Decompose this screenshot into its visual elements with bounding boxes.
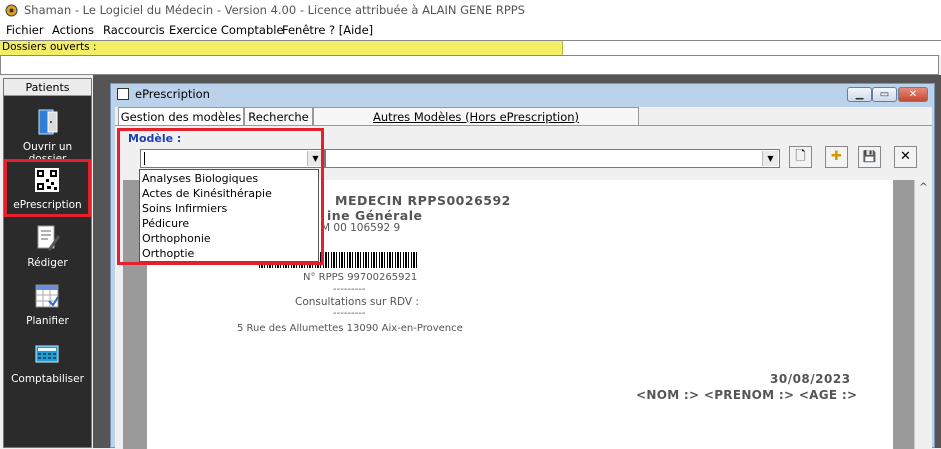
menu-aide[interactable]: ? [Aide] xyxy=(329,23,373,37)
doctor-address: 5 Rue des Allumettes 13090 Aix-en-Proven… xyxy=(237,323,463,334)
close-button[interactable]: ✕ xyxy=(898,87,928,102)
calendar-icon xyxy=(35,284,59,308)
window-title: ePrescription xyxy=(135,87,210,101)
patient-placeholder: <NOM :> <PRENOM :> <AGE :> xyxy=(636,388,858,402)
sidebar-item-label: ePrescription xyxy=(13,199,82,211)
open-files-area xyxy=(0,55,939,75)
minimize-button[interactable]: ▁ xyxy=(847,87,872,102)
sidebar-item-planifier[interactable]: Planifier xyxy=(4,275,91,333)
template-select[interactable]: ▼ xyxy=(325,149,780,168)
qr-code-icon xyxy=(35,168,59,192)
app-logo-icon xyxy=(5,4,18,17)
save-button[interactable]: 💾 xyxy=(858,146,881,168)
calculator-icon xyxy=(35,345,59,363)
open-files-label: Dossiers ouverts : xyxy=(2,41,97,53)
add-button[interactable]: ✚ xyxy=(825,146,848,168)
window-icon xyxy=(117,88,129,100)
open-files-bar: Dossiers ouverts : xyxy=(0,40,941,55)
tab-divider xyxy=(115,125,932,126)
chevron-down-icon[interactable]: ▼ xyxy=(762,151,778,166)
tab-recherche[interactable]: Recherche xyxy=(244,107,313,125)
consultation-text: Consultations sur RDV : xyxy=(295,296,419,308)
delete-button[interactable]: ✕ xyxy=(894,146,917,168)
tab-autres-label: Autres Modèles (Hors ePrescription) xyxy=(372,110,580,124)
menu-bar: Fichier Actions Raccourcis Exercice Comp… xyxy=(0,22,941,40)
menu-actions[interactable]: Actions xyxy=(52,23,94,37)
separator: --------- xyxy=(333,284,366,295)
scroll-up-icon[interactable]: ^ xyxy=(915,182,932,193)
sidebar-item-comptabiliser[interactable]: Comptabiliser xyxy=(4,333,91,391)
prescription-date: 30/08/2023 xyxy=(770,372,851,386)
sidebar-item-label: Rédiger xyxy=(27,257,68,269)
sidebar-item-label: Comptabiliser xyxy=(11,373,84,385)
sidebar-item-eprescription[interactable]: ePrescription xyxy=(4,159,91,217)
tab-autres-modeles[interactable]: Autres Modèles (Hors ePrescription) xyxy=(313,107,639,125)
menu-exercice-comptable[interactable]: Exercice Comptable xyxy=(169,23,284,37)
menu-fenetre[interactable]: Fenêtre xyxy=(282,23,325,37)
restore-button[interactable]: ▭ xyxy=(872,87,897,102)
tab-gestion-modeles[interactable]: Gestion des modèles xyxy=(118,107,244,125)
rpps-number: N° RPPS 99700265921 xyxy=(303,272,418,283)
menu-fichier[interactable]: Fichier xyxy=(6,23,44,37)
doctor-am-number: M 00 106592 9 xyxy=(321,222,401,234)
doctor-specialty: ine Générale xyxy=(327,208,423,223)
new-button[interactable]: 🗋 xyxy=(789,146,812,168)
sidebar-item-label: Planifier xyxy=(26,315,69,327)
sidebar-header[interactable]: Patients xyxy=(4,79,91,96)
app-title: Shaman - Le Logiciel du Médecin - Versio… xyxy=(24,3,525,17)
sidebar: Patients Ouvrir un dossier ePrescription… xyxy=(3,78,92,448)
vertical-scrollbar[interactable]: ^ xyxy=(914,180,932,449)
sidebar-item-rediger[interactable]: Rédiger xyxy=(4,217,91,275)
sidebar-item-ouvrir-dossier[interactable]: Ouvrir un dossier xyxy=(4,101,91,165)
menu-raccourcis[interactable]: Raccourcis xyxy=(103,23,165,37)
open-files-strip[interactable]: Dossiers ouverts : xyxy=(0,41,563,55)
app-title-bar: Shaman - Le Logiciel du Médecin - Versio… xyxy=(0,0,941,22)
highlight-box xyxy=(117,128,324,265)
separator: --------- xyxy=(333,308,366,319)
write-document-icon xyxy=(37,225,60,251)
doctor-name: MEDECIN RPPS0026592 xyxy=(335,193,511,208)
folder-door-icon xyxy=(38,109,58,135)
